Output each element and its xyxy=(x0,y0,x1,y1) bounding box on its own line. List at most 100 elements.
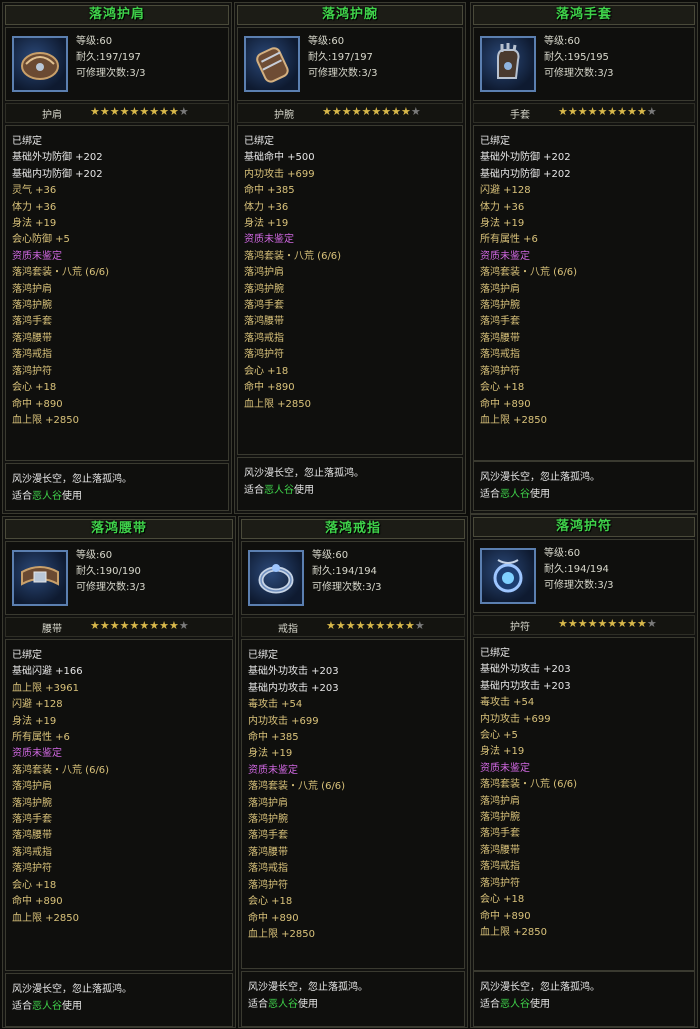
level-label: 等级 xyxy=(76,36,96,47)
attribute-line: 内功攻击 +699 xyxy=(480,713,551,725)
attribute-line: 身法 +19 xyxy=(244,218,289,230)
attribute-line: 落鸿手套 xyxy=(248,830,288,842)
attribute-line: 落鸿腰带 xyxy=(244,316,284,328)
amulet-icon[interactable] xyxy=(480,548,536,604)
star-filled-icon: ★ xyxy=(375,619,386,632)
attribute-line: 资质未鉴定 xyxy=(12,250,62,262)
school-requirement: 适合恶人谷使用 xyxy=(12,491,82,502)
star-filled-icon: ★ xyxy=(617,105,628,118)
attribute-line: 毒攻击 +54 xyxy=(480,697,535,709)
repair-count-value: :3/3 xyxy=(594,580,614,591)
attribute-line: 基础外功防御 +202 xyxy=(12,152,103,164)
star-filled-icon: ★ xyxy=(355,619,366,632)
durability-label: 耐久 xyxy=(544,52,564,63)
attribute-line: 落鸿护腕 xyxy=(12,797,52,809)
level-value: :60 xyxy=(96,36,113,47)
bound-status: 已绑定 xyxy=(12,136,42,147)
flavor-text: 风沙漫长空，忽止落孤鸿。 xyxy=(12,474,132,485)
item-tooltip-3: 落鸿手套 等级:60 耐久:195/195 可修理次数:3/3 手套 ★★★★★… xyxy=(470,2,698,514)
star-filled-icon: ★ xyxy=(159,619,169,632)
attribute-line: 身法 +19 xyxy=(248,748,293,760)
attribute-line: 身法 +19 xyxy=(480,218,525,230)
attribute-line: 所有属性 +6 xyxy=(480,234,538,246)
flavor-box: 风沙漫长空，忽止落孤鸿。 适合恶人谷使用 xyxy=(473,971,695,1027)
attribute-line: 命中 +890 xyxy=(480,398,531,410)
shoulder-guard-icon[interactable] xyxy=(12,36,68,92)
level-label: 等级 xyxy=(308,36,328,47)
bound-status: 已绑定 xyxy=(480,136,510,147)
attribute-line: 基础闪避 +166 xyxy=(12,666,83,678)
bound-status: 已绑定 xyxy=(12,650,42,661)
item-title: 落鸿手套 xyxy=(473,5,695,25)
star-filled-icon: ★ xyxy=(381,105,392,118)
star-filled-icon: ★ xyxy=(139,619,150,632)
level-value: :60 xyxy=(332,550,349,561)
attribute-line: 落鸿手套 xyxy=(480,828,520,840)
item-title: 落鸿戒指 xyxy=(241,519,465,539)
bound-status: 已绑定 xyxy=(480,648,510,659)
durability-value: :194/194 xyxy=(332,566,377,577)
durability-value: :197/197 xyxy=(96,52,141,63)
attribute-line: 落鸿腰带 xyxy=(12,830,52,842)
star-rating: ★★★★★★★★★★ xyxy=(322,105,421,118)
flavor-text: 风沙漫长空，忽止落孤鸿。 xyxy=(244,468,364,479)
star-rating: ★★★★★★★★★★ xyxy=(90,105,189,118)
attribute-line: 落鸿护腕 xyxy=(480,300,520,312)
attribute-line: 落鸿戒指 xyxy=(248,863,288,875)
attribute-list: 已绑定 基础外功攻击 +203 基础内功攻击 +203 毒攻击 +54 内功攻击 +69… xyxy=(241,639,465,969)
attribute-line: 落鸿手套 xyxy=(480,316,520,328)
star-filled-icon: ★ xyxy=(90,619,100,632)
slot-label: 护肩 xyxy=(42,110,62,121)
star-filled-icon: ★ xyxy=(351,105,362,118)
attribute-line: 命中 +890 xyxy=(12,896,63,908)
attribute-line: 血上限 +2850 xyxy=(480,926,548,938)
star-filled-icon: ★ xyxy=(99,105,110,118)
star-filled-icon: ★ xyxy=(322,105,332,118)
star-rating: ★★★★★★★★★★ xyxy=(90,619,189,632)
attribute-line: 落鸿套装・八荒 (6/6) xyxy=(480,779,578,791)
bound-status: 已绑定 xyxy=(244,136,274,147)
star-filled-icon: ★ xyxy=(627,105,637,118)
star-filled-icon: ★ xyxy=(109,619,120,632)
attribute-line: 落鸿护肩 xyxy=(244,267,284,279)
attribute-line: 血上限 +2850 xyxy=(480,414,548,426)
item-header: 等级:60 耐久:195/195 可修理次数:3/3 xyxy=(473,27,695,101)
star-filled-icon: ★ xyxy=(617,617,628,630)
flavor-text: 风沙漫长空，忽止落孤鸿。 xyxy=(12,984,132,995)
attribute-line: 命中 +890 xyxy=(248,912,299,924)
item-title: 落鸿护符 xyxy=(473,517,695,537)
attribute-line: 基础内功攻击 +203 xyxy=(480,680,571,692)
durability-value: :197/197 xyxy=(328,52,373,63)
attribute-line: 落鸿护符 xyxy=(248,879,288,891)
star-filled-icon: ★ xyxy=(109,105,120,118)
attribute-line: 落鸿护符 xyxy=(480,877,520,889)
durability-label: 耐久 xyxy=(76,52,96,63)
ring-icon[interactable] xyxy=(248,550,304,606)
glove-icon[interactable] xyxy=(480,36,536,92)
attribute-line: 资质未鉴定 xyxy=(248,764,298,776)
star-filled-icon: ★ xyxy=(391,105,401,118)
repair-count-value: :3/3 xyxy=(126,582,146,593)
star-filled-icon: ★ xyxy=(405,619,415,632)
attribute-line: 落鸿戒指 xyxy=(12,846,52,858)
attribute-line: 落鸿套装・八荒 (6/6) xyxy=(12,267,110,279)
star-filled-icon: ★ xyxy=(169,105,179,118)
durability-value: :190/190 xyxy=(96,566,141,577)
attribute-line: 落鸿腰带 xyxy=(248,846,288,858)
item-tooltip-6: 落鸿护符 等级:60 耐久:194/194 可修理次数:3/3 护符 ★★★★★… xyxy=(470,514,698,1028)
attribute-line: 落鸿腰带 xyxy=(480,332,520,344)
item-basic-info: 等级:60 耐久:197/197 可修理次数:3/3 xyxy=(308,34,377,82)
bracer-icon[interactable] xyxy=(244,36,300,92)
belt-icon[interactable] xyxy=(12,550,68,606)
attribute-line: 命中 +890 xyxy=(244,382,295,394)
attribute-line: 落鸿护符 xyxy=(244,349,284,361)
school-requirement: 适合恶人谷使用 xyxy=(480,999,550,1010)
attribute-line: 命中 +385 xyxy=(248,732,299,744)
star-filled-icon: ★ xyxy=(385,619,396,632)
flavor-text: 风沙漫长空，忽止落孤鸿。 xyxy=(480,982,600,993)
item-header: 等级:60 耐久:194/194 可修理次数:3/3 xyxy=(241,541,465,615)
repair-count-value: :3/3 xyxy=(358,68,378,79)
star-empty-icon: ★ xyxy=(178,619,189,632)
item-title: 落鸿护肩 xyxy=(5,5,229,25)
level-label: 等级 xyxy=(544,548,564,559)
